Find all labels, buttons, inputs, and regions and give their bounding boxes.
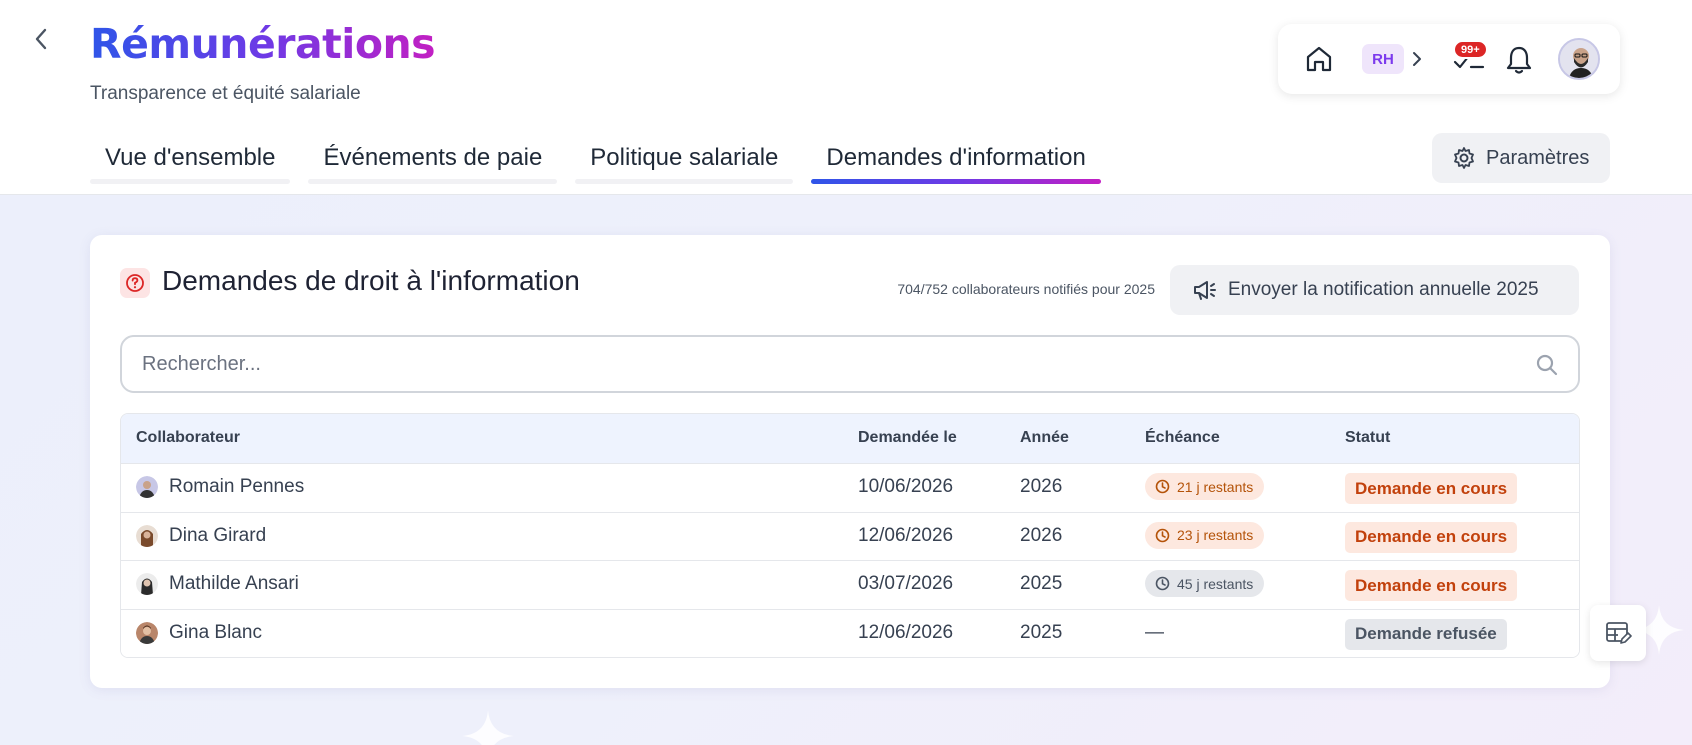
- status-badge: Demande en cours: [1345, 521, 1518, 553]
- employee-avatar: [136, 476, 158, 498]
- chevron-right-icon: [1413, 52, 1421, 66]
- column-header-year[interactable]: Année: [1020, 429, 1069, 447]
- employee-avatar: [136, 573, 158, 595]
- table-row[interactable]: Mathilde Ansari 03/07/2026 2025 45 j res…: [121, 561, 1579, 610]
- chevron-left-icon: [35, 28, 47, 50]
- clock-icon: [1155, 528, 1170, 542]
- table-row[interactable]: Dina Girard 12/06/2026 2026 23 j restant…: [121, 512, 1579, 561]
- settings-label: Paramètres: [1486, 146, 1590, 169]
- bell-icon: [1506, 46, 1532, 74]
- search-box: [120, 335, 1580, 393]
- deadline-text: 21 j restants: [1177, 478, 1254, 495]
- requested-date: 12/06/2026: [858, 524, 954, 546]
- column-header-deadline[interactable]: Échéance: [1145, 429, 1220, 447]
- deadline-badge: 21 j restants: [1145, 473, 1265, 500]
- user-photo: [1560, 40, 1598, 78]
- table-header: Collaborateur Demandée le Année Échéance…: [121, 414, 1579, 464]
- requested-date: 10/06/2026: [858, 476, 954, 497]
- main-content: Demandes de droit à l'information 704/75…: [0, 195, 1692, 745]
- employee-name: Gina Blanc: [169, 621, 262, 643]
- request-year: 2025: [1020, 573, 1063, 594]
- table-row[interactable]: Romain Pennes 10/06/2026 2026 21 j resta…: [121, 464, 1579, 513]
- clock-icon: [1155, 576, 1170, 591]
- request-year: 2025: [1020, 621, 1063, 643]
- card-title-icon: [120, 268, 150, 298]
- back-button[interactable]: [26, 24, 56, 54]
- notified-count: 704/752 collaborateurs notifiés pour 202…: [897, 281, 1155, 297]
- search-input[interactable]: [142, 349, 1502, 379]
- column-header-status[interactable]: Statut: [1345, 429, 1390, 447]
- requested-date: 03/07/2026: [858, 573, 954, 594]
- tab-payroll-events[interactable]: Événements de paie: [308, 132, 558, 184]
- megaphone-icon: [1194, 281, 1216, 300]
- employee-cell: Mathilde Ansari: [136, 573, 299, 595]
- page-subtitle: Transparence et équité salariale: [90, 83, 361, 104]
- role-chevron[interactable]: [1408, 48, 1426, 70]
- employee-cell: Gina Blanc: [136, 621, 262, 644]
- tab-salary-policy[interactable]: Politique salariale: [575, 132, 794, 184]
- settings-button[interactable]: Paramètres: [1432, 133, 1610, 183]
- employee-cell: Dina Girard: [136, 524, 267, 547]
- requested-date: 12/06/2026: [858, 621, 954, 643]
- question-circle-icon: [126, 274, 144, 292]
- deadline-text: —: [1145, 621, 1164, 643]
- deadline-text: 23 j restants: [1177, 527, 1254, 543]
- requests-table: Collaborateur Demandée le Année Échéance…: [120, 413, 1580, 658]
- employee-name: Dina Girard: [169, 524, 267, 546]
- employee-avatar: [136, 621, 158, 644]
- send-annual-notification-button[interactable]: Envoyer la notification annuelle 2025: [1170, 265, 1579, 315]
- page-header: Rémunérations Transparence et équité sal…: [0, 0, 1692, 195]
- search-icon[interactable]: [1534, 352, 1560, 378]
- employee-avatar: [136, 524, 158, 547]
- sparkle-decoration: [462, 710, 514, 745]
- column-header-employee[interactable]: Collaborateur: [136, 429, 240, 447]
- gear-icon: [1454, 147, 1474, 169]
- status-badge: Demande en cours: [1345, 570, 1518, 601]
- status-badge: Demande en cours: [1345, 473, 1518, 504]
- deadline-badge: 23 j restants: [1145, 521, 1265, 549]
- page-title: Rémunérations: [90, 20, 436, 68]
- send-button-label: Envoyer la notification annuelle 2025: [1228, 279, 1539, 300]
- request-year: 2026: [1020, 524, 1063, 546]
- tasks-count-badge: 99+: [1453, 40, 1488, 59]
- user-avatar[interactable]: [1558, 38, 1600, 80]
- role-badge[interactable]: RH: [1362, 44, 1404, 74]
- table-edit-icon: [1606, 622, 1632, 644]
- column-header-requested[interactable]: Demandée le: [858, 429, 957, 447]
- card-title: Demandes de droit à l'information: [162, 265, 580, 296]
- tab-information-requests[interactable]: Demandes d'information: [811, 132, 1102, 184]
- clock-icon: [1155, 479, 1170, 494]
- employee-cell: Romain Pennes: [136, 476, 304, 498]
- home-icon: [1306, 46, 1332, 72]
- table-edit-button[interactable]: [1590, 605, 1646, 661]
- status-badge: Demande refusée: [1345, 618, 1507, 650]
- notifications-button[interactable]: [1504, 44, 1534, 76]
- tab-bar: Vue d'ensemble Événements de paie Politi…: [90, 132, 1102, 184]
- information-requests-card: Demandes de droit à l'information 704/75…: [90, 235, 1610, 688]
- employee-name: Mathilde Ansari: [169, 573, 299, 594]
- home-button[interactable]: [1304, 44, 1334, 74]
- deadline-badge: 45 j restants: [1145, 570, 1265, 597]
- request-year: 2026: [1020, 476, 1063, 497]
- top-toolbar: RH 99+: [1278, 24, 1620, 94]
- employee-name: Romain Pennes: [169, 476, 305, 497]
- table-row[interactable]: Gina Blanc 12/06/2026 2025 — Demande ref…: [121, 609, 1579, 657]
- deadline-text: 45 j restants: [1177, 575, 1254, 592]
- tab-overview[interactable]: Vue d'ensemble: [90, 132, 291, 184]
